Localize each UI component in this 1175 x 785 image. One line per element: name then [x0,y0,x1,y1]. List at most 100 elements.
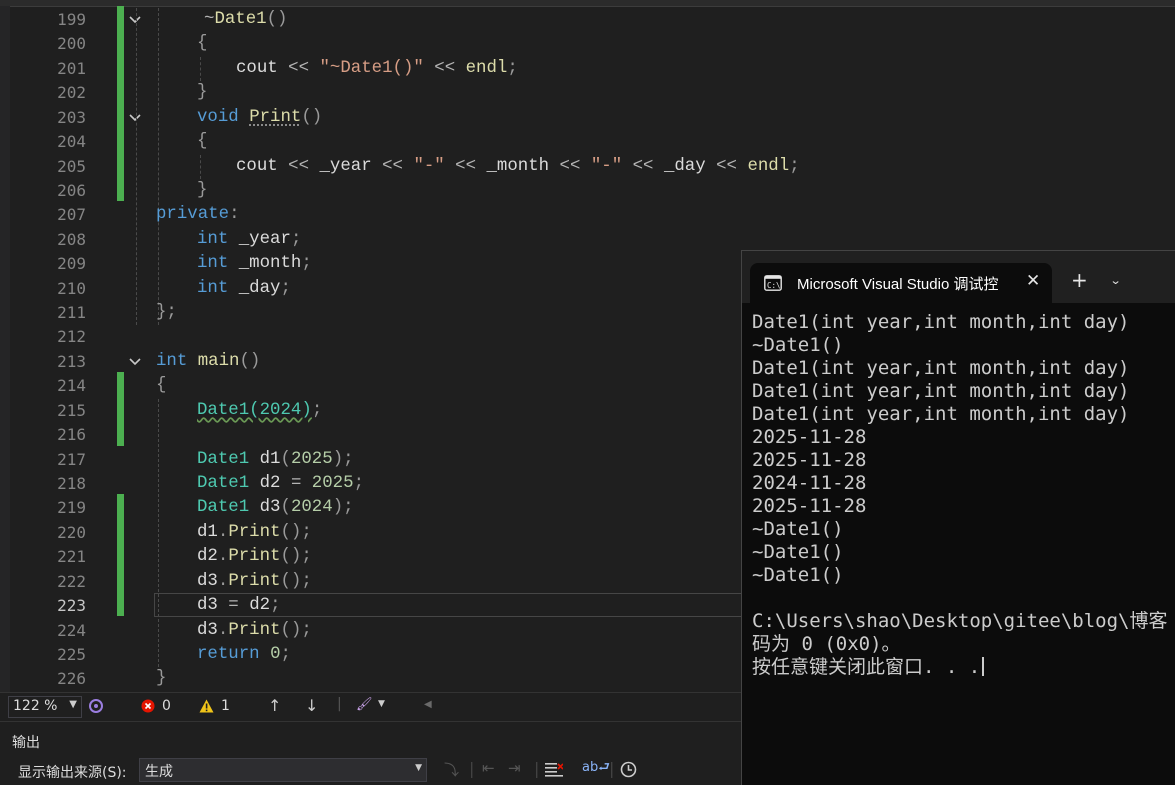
clear-all-icon[interactable] [545,762,563,778]
console-line-text: 2025-11-28 [752,449,867,471]
line-number: 215 [57,400,86,420]
code-token: { [197,34,208,54]
code-token: 2025 [301,473,354,493]
code-line[interactable]: return 0; [197,643,291,667]
code-token: 0 [270,644,281,664]
code-token: ; [311,400,323,420]
text-cursor [982,657,985,676]
code-line[interactable]: d3 = d2; [197,594,281,618]
console-line: Date1(int year,int month,int day) [752,403,1168,426]
console-line-text: 2025-11-28 [752,495,867,517]
next-message-icon[interactable]: ⇥ [508,759,521,777]
arrow-down-icon[interactable]: ↓ [305,696,318,715]
code-token: ); [332,449,354,469]
clock-icon[interactable] [620,761,637,778]
code-line[interactable]: d1.Print(); [197,521,312,545]
debug-console-window[interactable]: C:\ Microsoft Visual Studio 调试控 ✕ + ⌄ Da… [741,250,1175,785]
line-number: 216 [57,425,86,445]
code-line[interactable]: Date1 d1(2025); [197,448,354,472]
code-token: int [156,351,188,371]
code-token: ( [280,449,291,469]
console-icon: C:\ [764,275,782,291]
separator: | [534,759,540,778]
close-icon[interactable]: ✕ [1026,271,1040,291]
console-line-text: C:\Users\shao\Desktop\gitee\blog\博客 [752,610,1168,632]
code-line[interactable]: d3.Print(); [197,619,312,643]
code-token: d3 [197,620,218,640]
code-token: cout [236,58,278,78]
line-number: 221 [57,547,86,567]
code-token: int [197,229,229,249]
previous-message-icon[interactable]: ⇤ [482,759,495,777]
code-line[interactable]: cout << _year << "-" << _month << "-" <<… [236,155,800,179]
chevron-down-icon[interactable]: ⌄ [1110,274,1122,287]
code-line[interactable]: }; [156,301,177,325]
console-line-text: Date1(int year,int month,int day) [752,380,1130,402]
code-line[interactable]: int main() [156,350,260,374]
code-token: void [197,107,239,127]
code-line[interactable]: int _year; [197,228,301,252]
code-token: << [705,156,748,176]
line-number: 213 [57,351,86,371]
code-line[interactable]: int _day; [197,277,291,301]
warning-icon[interactable] [199,699,214,713]
console-line: Date1(int year,int month,int day) [752,357,1168,380]
intellicode-icon[interactable] [88,698,104,714]
indent-guide [200,56,201,82]
code-line[interactable]: { [197,32,207,56]
code-line[interactable]: } [197,81,207,105]
fold-chevron-icon[interactable] [128,355,142,369]
warning-count[interactable]: 1 [221,698,230,714]
code-line[interactable]: { [197,130,207,154]
output-source-dropdown[interactable]: 生成 ▼ [139,758,427,782]
console-line-text: Date1(int year,int month,int day) [752,311,1130,333]
console-line-text: 码为 0 (0x0)。 [752,633,901,655]
new-tab-plus-icon[interactable]: + [1071,268,1088,292]
scroll-left-icon[interactable]: ◀ [424,699,432,710]
go-to-location-icon[interactable]: ⤵ [444,759,459,780]
terminal-tab[interactable]: C:\ Microsoft Visual Studio 调试控 ✕ [750,263,1052,303]
output-panel-title: 输出 [12,735,40,751]
code-token: Print [228,547,281,567]
code-token: return [197,644,260,664]
code-token: << [423,58,466,78]
arrow-up-icon[interactable]: ↑ [268,696,281,715]
code-line[interactable]: private: [156,203,240,227]
code-line[interactable]: Date1(2024); [197,399,322,423]
word-wrap-icon[interactable]: ab⮐ [582,758,610,780]
code-line[interactable]: { [156,374,166,398]
line-number: 208 [57,229,86,249]
code-line[interactable]: } [197,179,207,203]
fold-chevron-icon[interactable] [128,111,142,125]
console-line: 码为 0 (0x0)。 [752,633,1168,656]
code-line[interactable]: Date1 d3(2024); [197,496,354,520]
code-line[interactable]: Date1 d2 = 2025; [197,472,364,496]
code-line[interactable]: int _month; [197,252,312,276]
chevron-down-icon[interactable]: ▼ [378,699,385,709]
fold-chevron-icon[interactable] [128,13,142,27]
code-token: } [197,83,208,103]
code-cleanup-brush-icon[interactable]: 🖌 [356,697,373,712]
chevron-down-icon: ▼ [69,699,77,710]
console-line: ~Date1() [752,541,1168,564]
error-count[interactable]: 0 [162,698,171,714]
code-token: . [217,571,229,591]
error-icon[interactable] [141,699,155,713]
document-tab-strip [0,0,1175,7]
code-line[interactable]: d2.Print(); [197,545,312,569]
console-line: C:\Users\shao\Desktop\gitee\blog\博客 [752,610,1168,633]
code-line[interactable]: cout << "~Date1()" << endl; [236,57,518,81]
editor-left-margin [0,6,10,692]
code-line[interactable]: ~Date1() [204,8,288,32]
zoom-dropdown[interactable]: 122 % ▼ [8,696,82,718]
line-number: 210 [57,278,86,298]
code-line[interactable]: void Print() [197,106,322,130]
code-line[interactable]: d3.Print(); [197,570,312,594]
code-line[interactable]: } [156,667,166,691]
code-token: << [371,156,414,176]
code-token: d2 [249,596,271,616]
code-token: ; [270,596,281,616]
